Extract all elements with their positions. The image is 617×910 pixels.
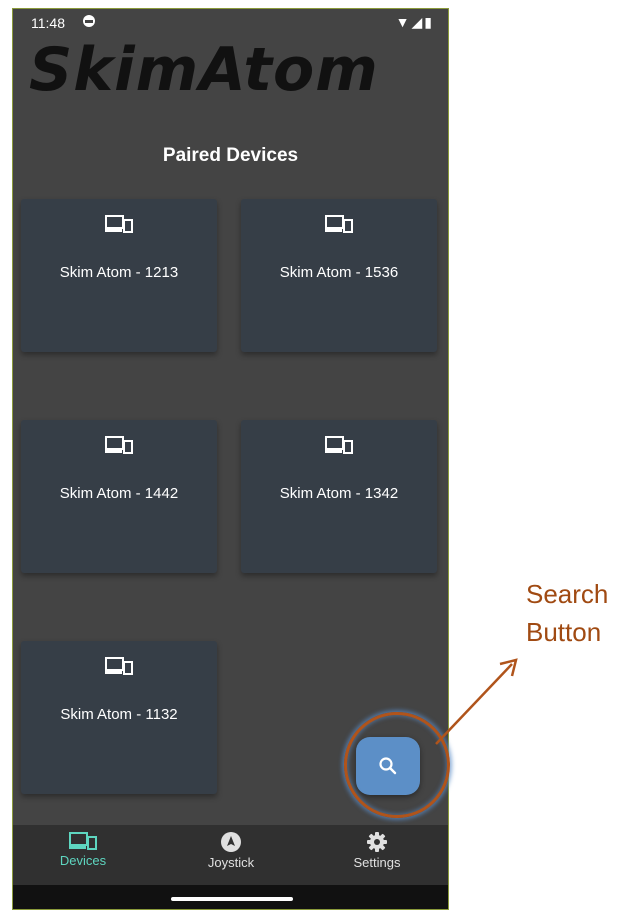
annotation-line-1: Search — [526, 579, 609, 609]
annotation-label: Search Button — [526, 575, 616, 651]
annotation-arrow — [435, 658, 518, 745]
annotation-line-2: Button — [526, 617, 602, 647]
